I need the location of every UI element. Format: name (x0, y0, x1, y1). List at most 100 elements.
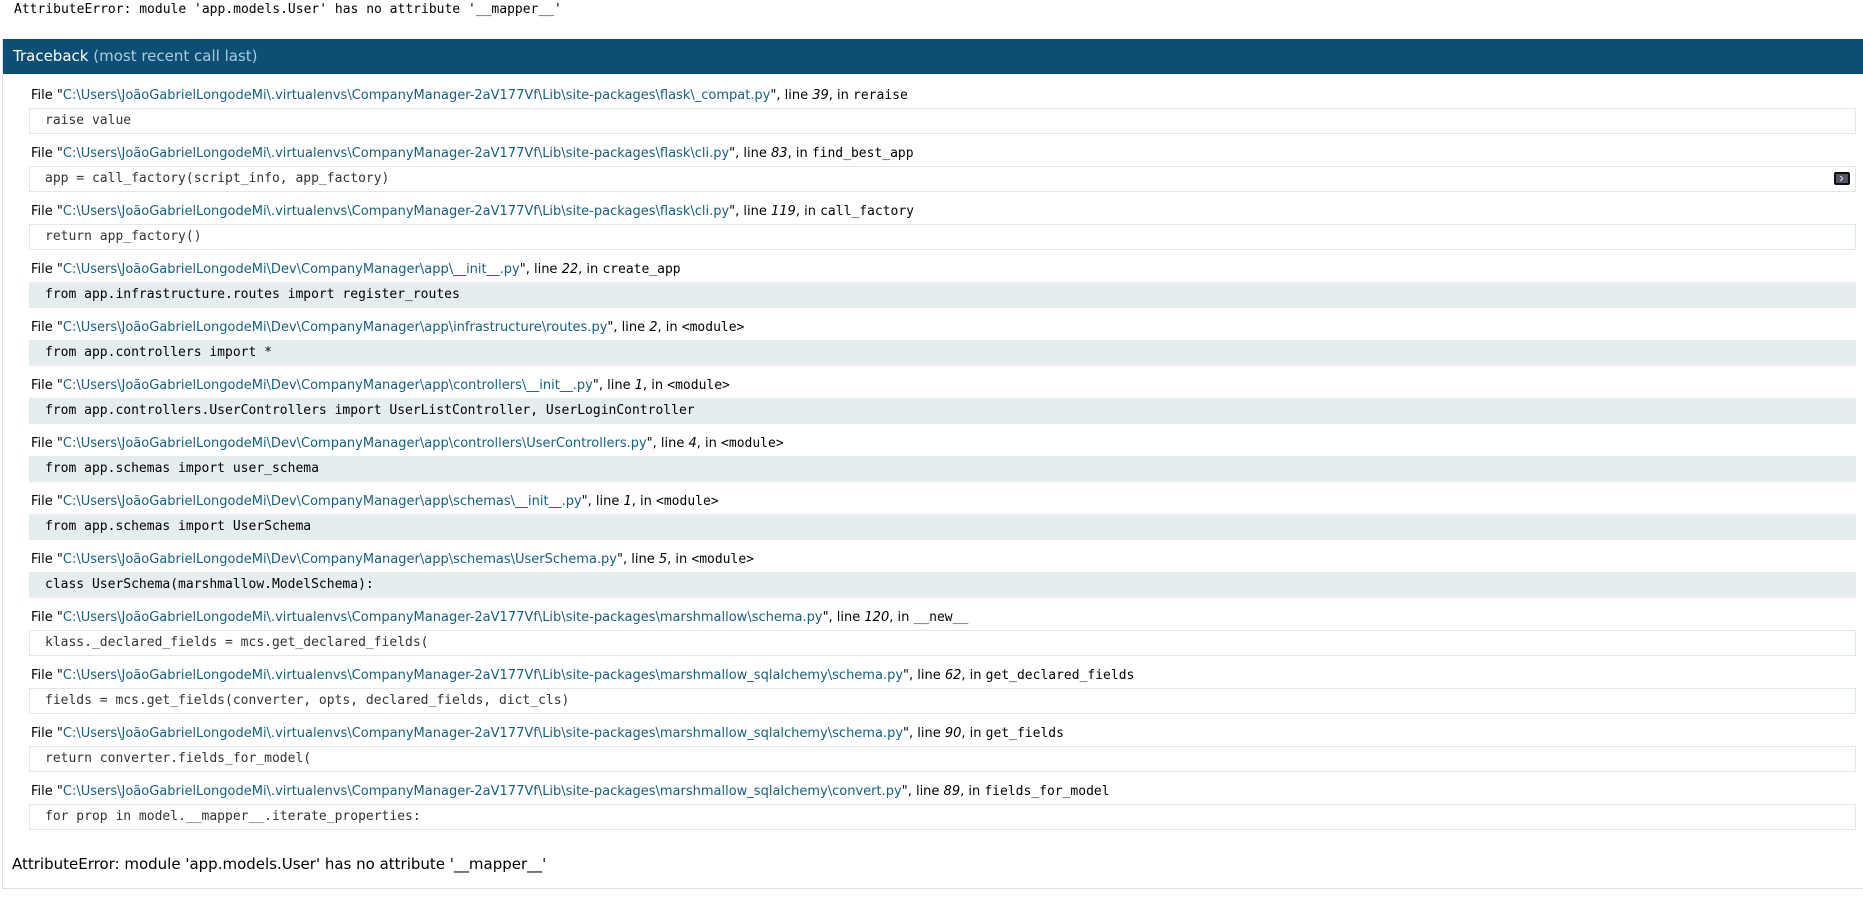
frame-location: File "C:\Users\JoãoGabrielLongodeMi\.vir… (29, 145, 1856, 162)
frame-source-line[interactable]: return app_factory() (29, 224, 1856, 250)
line-label: , line (525, 262, 562, 277)
traceback-subtitle: (most recent call last) (93, 47, 258, 65)
source-code: from app.controllers import * (45, 345, 272, 360)
frame-file-path: C:\Users\JoãoGabrielLongodeMi\.virtualen… (62, 784, 902, 799)
file-label: File (31, 436, 57, 451)
frame-line-number: 39 (812, 88, 829, 103)
file-label: File (31, 726, 57, 741)
frame-location: File "C:\Users\JoãoGabrielLongodeMi\.vir… (29, 783, 1856, 800)
frame-file-path: C:\Users\JoãoGabrielLongodeMi\.virtualen… (62, 668, 904, 683)
frame-line-number: 22 (561, 262, 579, 277)
source-code: class UserSchema(marshmallow.ModelSchema… (45, 577, 374, 592)
frame-function-name: <module> (681, 320, 745, 335)
in-label: , in (631, 494, 657, 509)
frame-source-line[interactable]: klass._declared_fields = mcs.get_declare… (29, 630, 1856, 656)
frame-file-path: C:\Users\JoãoGabrielLongodeMi\.virtualen… (62, 610, 823, 625)
in-label: , in (795, 204, 821, 219)
frame-function-name: fields_for_model (984, 784, 1110, 799)
traceback-frame: File "C:\Users\JoãoGabrielLongodeMi\Dev\… (29, 493, 1856, 540)
line-label: , line (776, 88, 813, 103)
file-label: File (31, 552, 57, 567)
frame-source-line[interactable]: from app.controllers.UserControllers imp… (29, 398, 1856, 424)
line-label: , line (909, 726, 945, 741)
file-label: File (31, 146, 57, 161)
frame-source-line[interactable]: from app.schemas import UserSchema (29, 514, 1856, 540)
source-code: from app.controllers.UserControllers imp… (45, 403, 695, 418)
frame-source-line[interactable]: return converter.fields_for_model( (29, 746, 1856, 772)
file-label: File (31, 378, 57, 393)
frame-line-number: 119 (771, 204, 796, 219)
in-label: , in (889, 610, 914, 625)
source-code: app = call_factory(script_info, app_fact… (45, 171, 390, 186)
frame-location: File "C:\Users\JoãoGabrielLongodeMi\.vir… (29, 667, 1856, 684)
frame-source-line[interactable]: from app.schemas import user_schema (29, 456, 1856, 482)
traceback-frame: File "C:\Users\JoãoGabrielLongodeMi\.vir… (29, 203, 1856, 250)
debugger-page: AttributeError: module 'app.models.User'… (0, 0, 1863, 897)
console-icon[interactable] (1834, 172, 1850, 185)
in-label: , in (828, 88, 854, 103)
frame-file-path: C:\Users\JoãoGabrielLongodeMi\Dev\Compan… (62, 436, 647, 451)
frame-location: File "C:\Users\JoãoGabrielLongodeMi\Dev\… (29, 551, 1856, 568)
line-label: , line (587, 494, 624, 509)
frame-location: File "C:\Users\JoãoGabrielLongodeMi\Dev\… (29, 261, 1856, 278)
frame-source-line[interactable]: fields = mcs.get_fields(converter, opts,… (29, 688, 1856, 714)
source-code: from app.infrastructure.routes import re… (45, 287, 460, 302)
traceback-frame: File "C:\Users\JoãoGabrielLongodeMi\.vir… (29, 87, 1856, 134)
source-code: return app_factory() (45, 229, 202, 244)
frame-line-number: 83 (771, 146, 788, 161)
frame-file-path: C:\Users\JoãoGabrielLongodeMi\Dev\Compan… (62, 320, 608, 335)
frame-location: File "C:\Users\JoãoGabrielLongodeMi\.vir… (29, 609, 1856, 626)
frame-source-line[interactable]: raise value (29, 108, 1856, 134)
source-code: from app.schemas import UserSchema (45, 519, 312, 534)
frame-source-line[interactable]: from app.infrastructure.routes import re… (29, 282, 1856, 308)
line-label: , line (622, 552, 659, 567)
traceback-panel: Traceback (most recent call last) File "… (2, 39, 1863, 889)
frame-file-path: C:\Users\JoãoGabrielLongodeMi\.virtualen… (62, 146, 730, 161)
frame-source-line[interactable]: class UserSchema(marshmallow.ModelSchema… (29, 572, 1856, 598)
frame-function-name: <module> (656, 494, 719, 509)
frame-file-path: C:\Users\JoãoGabrielLongodeMi\.virtualen… (62, 88, 771, 103)
in-label: , in (657, 320, 682, 335)
source-code: klass._declared_fields = mcs.get_declare… (45, 635, 429, 650)
frame-function-name: create_app (602, 262, 681, 277)
line-label: , line (735, 146, 772, 161)
traceback-frame: File "C:\Users\JoãoGabrielLongodeMi\Dev\… (29, 435, 1856, 482)
line-label: , line (613, 320, 650, 335)
error-message-bottom: AttributeError: module 'app.models.User'… (12, 855, 547, 873)
file-label: File (31, 88, 57, 103)
line-label: , line (828, 610, 865, 625)
file-label: File (31, 262, 57, 277)
frame-file-path: C:\Users\JoãoGabrielLongodeMi\Dev\Compan… (62, 262, 520, 277)
traceback-header: Traceback (most recent call last) (3, 39, 1863, 74)
in-label: , in (643, 378, 668, 393)
frame-function-name: get_declared_fields (985, 668, 1135, 683)
frame-line-number: 62 (944, 668, 962, 683)
source-code: raise value (45, 113, 132, 128)
line-label: , line (909, 668, 945, 683)
frame-source-line[interactable]: app = call_factory(script_info, app_fact… (29, 166, 1856, 192)
frame-location: File "C:\Users\JoãoGabrielLongodeMi\Dev\… (29, 493, 1856, 510)
frame-file-path: C:\Users\JoãoGabrielLongodeMi\.virtualen… (62, 726, 904, 741)
frame-line-number: 4 (688, 436, 697, 451)
frame-function-name: get_fields (985, 726, 1064, 741)
line-label: , line (735, 204, 772, 219)
line-label: , line (598, 378, 635, 393)
in-label: , in (787, 146, 812, 161)
frame-function-name: __new__ (913, 610, 969, 625)
frame-file-path: C:\Users\JoãoGabrielLongodeMi\Dev\Compan… (62, 378, 593, 393)
frame-location: File "C:\Users\JoãoGabrielLongodeMi\.vir… (29, 87, 1856, 104)
frame-file-path: C:\Users\JoãoGabrielLongodeMi\Dev\Compan… (62, 494, 582, 509)
error-message-top: AttributeError: module 'app.models.User'… (14, 2, 562, 17)
in-label: , in (960, 784, 985, 799)
frame-line-number: 2 (649, 320, 658, 335)
source-code: from app.schemas import user_schema (45, 461, 319, 476)
frame-line-number: 89 (943, 784, 961, 799)
traceback-frame: File "C:\Users\JoãoGabrielLongodeMi\.vir… (29, 783, 1856, 830)
traceback-frame: File "C:\Users\JoãoGabrielLongodeMi\.vir… (29, 667, 1856, 714)
frame-source-line[interactable]: for prop in model.__mapper__.iterate_pro… (29, 804, 1856, 830)
frame-source-line[interactable]: from app.controllers import * (29, 340, 1856, 366)
file-label: File (31, 204, 57, 219)
line-label: , line (652, 436, 689, 451)
in-label: , in (961, 668, 986, 683)
file-label: File (31, 494, 57, 509)
